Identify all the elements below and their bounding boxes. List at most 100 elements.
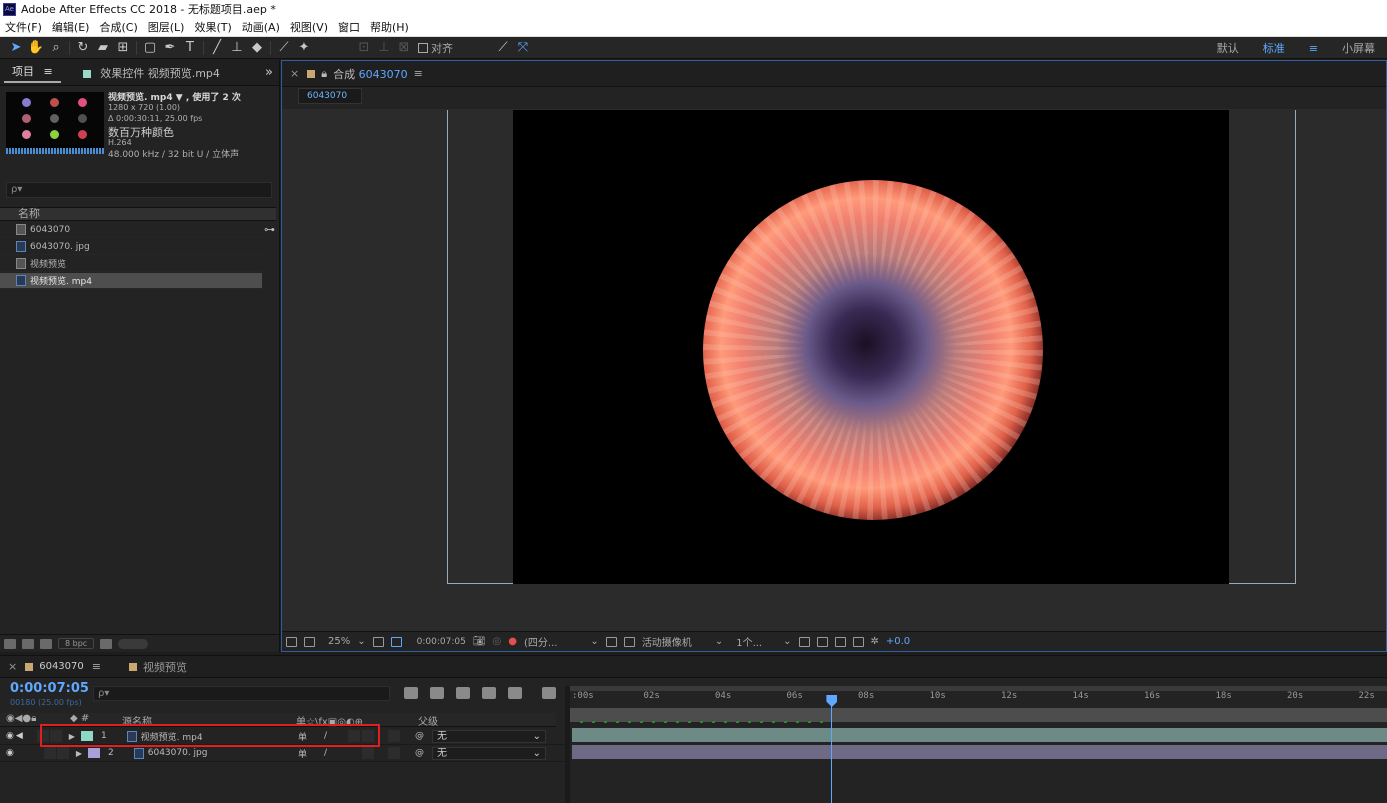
view-axis-mode-icon[interactable]: ⊠: [394, 38, 414, 58]
layer-duration-bar-1[interactable]: [572, 728, 1387, 742]
expand-triangle-icon[interactable]: ▶: [76, 749, 82, 758]
workspace-small-screen[interactable]: 小屏幕: [1330, 40, 1387, 56]
graph-editor-icon[interactable]: [542, 687, 556, 699]
tab-composition[interactable]: 合成 6043070: [333, 66, 408, 82]
pan-behind-tool-icon[interactable]: ⊞: [113, 38, 133, 58]
adjustment-switch[interactable]: [388, 747, 400, 759]
toggle-pixel-aspect-icon[interactable]: [798, 636, 810, 647]
brush-tool-icon[interactable]: ╱: [207, 38, 227, 58]
file-name-info[interactable]: 视频预览. mp4 ▼ , 使用了 2 次: [108, 90, 241, 103]
parent-header[interactable]: 父级: [418, 713, 438, 728]
draft-3d-icon[interactable]: [430, 687, 444, 699]
shy-switch[interactable]: 单: [298, 747, 307, 760]
timeline-icon[interactable]: [834, 636, 846, 647]
menu-file[interactable]: 文件(F): [0, 19, 47, 35]
interpret-footage-icon[interactable]: [4, 638, 16, 649]
tab-comp-preview[interactable]: 视频预览: [128, 659, 187, 675]
video-visibility-icon[interactable]: ◉: [6, 748, 14, 758]
camera-tool-icon[interactable]: ▰: [93, 38, 113, 58]
lock-icon[interactable]: 🔒︎: [321, 67, 327, 81]
parent-select[interactable]: 无 ⌄: [432, 747, 546, 760]
selection-tool-icon[interactable]: ➤: [6, 38, 26, 58]
flowchart-icon[interactable]: ⊶: [264, 223, 275, 236]
trash-icon[interactable]: [100, 638, 113, 649]
comp-canvas[interactable]: [513, 110, 1229, 584]
flowchart-view-icon[interactable]: [852, 636, 864, 647]
project-search-input[interactable]: ρ▾: [6, 182, 272, 198]
tab-effect-controls[interactable]: 效果控件 视频预览.mp4: [75, 65, 228, 81]
menu-effect[interactable]: 效果(T): [189, 19, 236, 35]
audio-icon[interactable]: ◀: [16, 731, 23, 741]
rotate-tool-icon[interactable]: ↻: [73, 38, 93, 58]
menu-composition[interactable]: 合成(C): [94, 19, 142, 35]
time-navigator-bar[interactable]: [570, 686, 1387, 691]
pick-whip-icon[interactable]: @: [415, 731, 424, 741]
pick-whip-icon[interactable]: @: [415, 748, 424, 758]
timeline-layer-row[interactable]: ◉ ▶ 2 6043070. jpg 单 / @ 无 ⌄: [0, 745, 566, 762]
column-name-header[interactable]: 名称: [18, 207, 40, 220]
parent-select[interactable]: 无 ⌄: [432, 730, 546, 743]
close-tab-icon[interactable]: ×: [8, 660, 17, 673]
pen-tool-icon[interactable]: ✒: [160, 38, 180, 58]
views-select[interactable]: 1个...: [736, 634, 762, 649]
solo-toggle[interactable]: [43, 747, 56, 759]
frame-blend-switch[interactable]: [362, 747, 374, 759]
menu-help[interactable]: 帮助(H): [365, 19, 414, 35]
camera-select[interactable]: 活动摄像机: [642, 634, 692, 649]
snap-options-icon[interactable]: ⤧: [513, 38, 533, 58]
roto-brush-tool-icon[interactable]: ⟋: [274, 38, 294, 58]
mask-visibility-icon[interactable]: [390, 636, 402, 647]
workspace-menu-icon[interactable]: ≡: [1297, 42, 1330, 55]
reset-exposure-icon[interactable]: ✲: [871, 636, 879, 647]
menu-edit[interactable]: 编辑(E): [47, 19, 95, 35]
lock-toggle[interactable]: [56, 747, 69, 759]
current-time-display[interactable]: 0:00:07:05: [417, 637, 466, 647]
menu-view[interactable]: 视图(V): [285, 19, 333, 35]
always-preview-icon[interactable]: [286, 636, 297, 647]
thumbnail-size-slider[interactable]: [118, 638, 149, 649]
frame-blending-icon[interactable]: [482, 687, 496, 699]
project-item-mp4[interactable]: 视频预览. mp4: [0, 273, 262, 289]
menu-window[interactable]: 窗口: [333, 19, 365, 35]
timeline-panel-menu-icon[interactable]: ≡: [92, 660, 101, 673]
work-area-bar[interactable]: [570, 708, 1387, 722]
resolution-select[interactable]: (四分...: [524, 634, 557, 649]
shy-layers-icon[interactable]: [456, 687, 470, 699]
new-composition-icon[interactable]: [40, 638, 52, 649]
project-item-comp-6043070[interactable]: 6043070: [0, 222, 262, 238]
eraser-tool-icon[interactable]: ◆: [247, 38, 267, 58]
project-item-jpg[interactable]: 6043070. jpg: [0, 239, 262, 255]
adjustment-switch[interactable]: [388, 730, 400, 742]
transparency-grid-icon[interactable]: [623, 636, 635, 647]
roi-icon[interactable]: [605, 636, 617, 647]
expand-panels-icon[interactable]: »: [265, 65, 273, 80]
snapshot-icon[interactable]: 📷︎: [473, 636, 486, 647]
close-tab-icon[interactable]: ×: [290, 67, 299, 80]
puppet-pin-tool-icon[interactable]: ✦: [294, 38, 314, 58]
timeline-search-input[interactable]: ρ▾: [93, 686, 390, 701]
comp-panel-menu-icon[interactable]: ≡: [414, 67, 423, 80]
video-visibility-icon[interactable]: ◉: [6, 731, 14, 741]
project-item-comp-preview[interactable]: 视频预览: [0, 256, 262, 272]
comp-mini-flowchart-icon[interactable]: [404, 687, 418, 699]
region-icon[interactable]: [304, 636, 315, 647]
safe-zones-icon[interactable]: [372, 636, 384, 647]
layer-name[interactable]: 6043070. jpg: [148, 748, 208, 758]
type-tool-icon[interactable]: T: [180, 38, 200, 58]
comp-navigator-tab[interactable]: 6043070: [298, 88, 362, 104]
world-axis-mode-icon[interactable]: ⊥: [374, 38, 394, 58]
zoom-tool-icon[interactable]: ⌕: [46, 38, 66, 58]
menu-layer[interactable]: 图层(L): [143, 19, 190, 35]
rectangle-tool-icon[interactable]: ▢: [140, 38, 160, 58]
tab-comp-6043070[interactable]: 6043070 ≡: [17, 660, 101, 673]
quality-switch[interactable]: /: [324, 748, 327, 758]
menu-animation[interactable]: 动画(A): [237, 19, 285, 35]
workspace-standard[interactable]: 标准: [1251, 40, 1297, 56]
composition-viewer[interactable]: [282, 109, 1386, 631]
clone-stamp-tool-icon[interactable]: ⊥: [227, 38, 247, 58]
panel-menu-icon[interactable]: ≡: [44, 65, 53, 78]
hand-tool-icon[interactable]: ✋: [26, 38, 46, 58]
zoom-select[interactable]: 25%: [328, 636, 350, 647]
workspace-default[interactable]: 默认: [1205, 40, 1251, 56]
timeline-current-time[interactable]: 0:00:07:05: [10, 681, 89, 696]
